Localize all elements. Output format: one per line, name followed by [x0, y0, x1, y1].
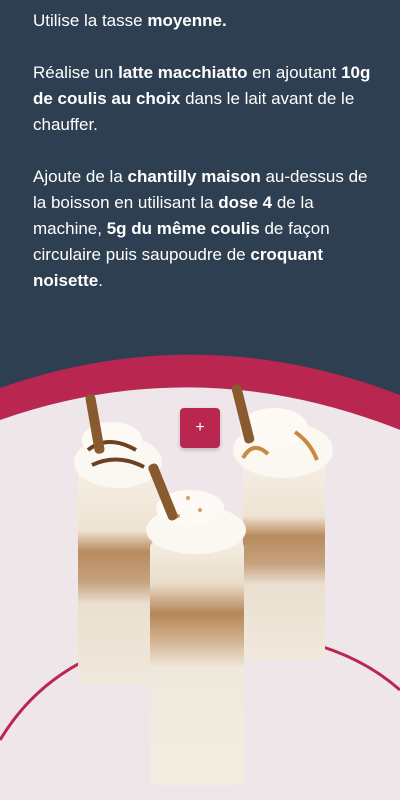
- plus-icon: +: [195, 419, 205, 436]
- add-button[interactable]: +: [180, 408, 220, 448]
- glass-left: [74, 394, 162, 685]
- glass-right: [231, 384, 333, 660]
- glass-center: [146, 463, 246, 785]
